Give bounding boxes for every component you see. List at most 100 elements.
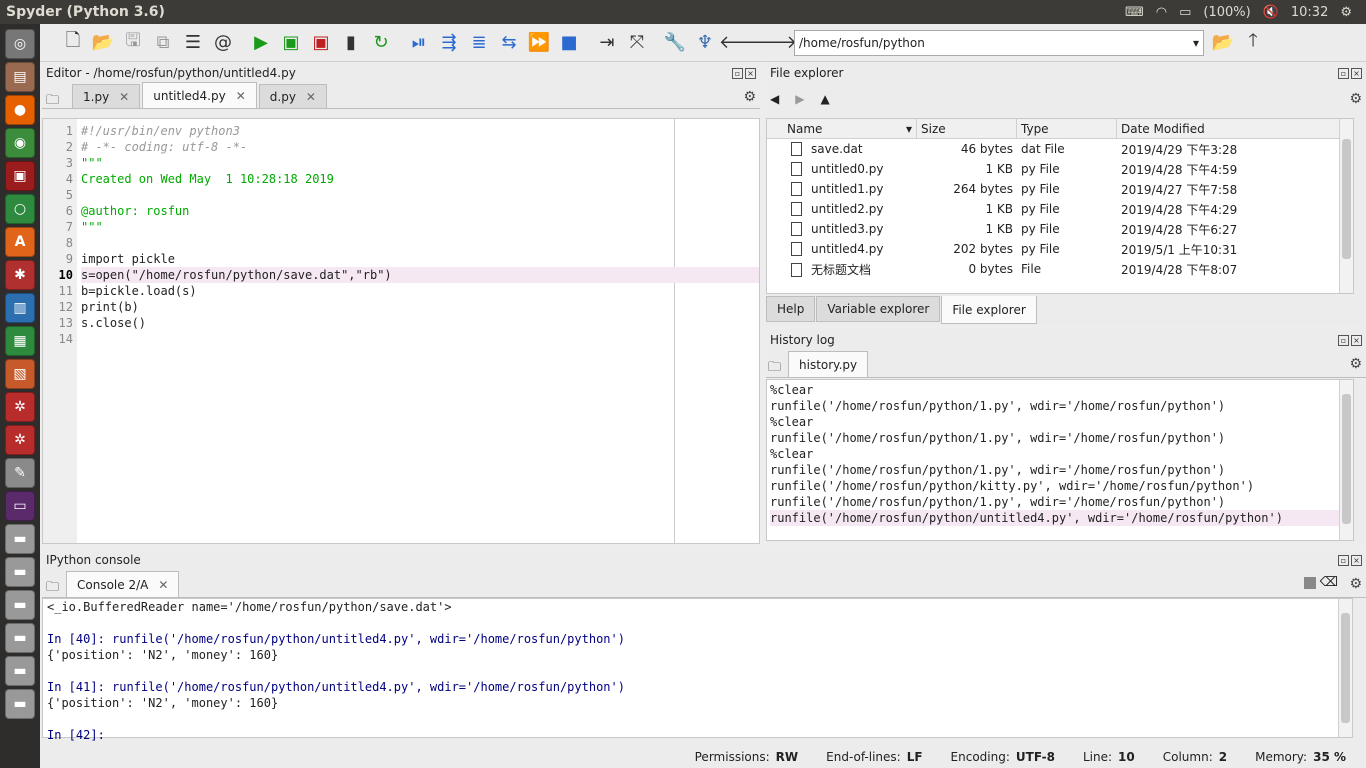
power-icon[interactable]: ⚙ <box>1340 5 1352 20</box>
back-icon[interactable]: ◀ <box>770 92 779 106</box>
close-tab-icon[interactable]: ✕ <box>158 578 168 592</box>
file-row[interactable]: save.dat 46 bytes dat File 2019/4/29 下午3:28 <box>767 139 1353 159</box>
file-table-scrollbar[interactable] <box>1339 119 1353 293</box>
chrome-icon[interactable]: ◉ <box>5 128 35 158</box>
tab-d-py[interactable]: d.py ✕ <box>258 84 327 108</box>
file-row[interactable]: 无标题文档 0 bytes File 2019/4/28 下午8:07 <box>767 259 1353 279</box>
column-name[interactable]: Name ▾ <box>767 119 917 138</box>
stop-kernel-icon[interactable] <box>1304 577 1316 589</box>
browse-tabs-icon[interactable]: ☰ <box>178 28 208 58</box>
settings-icon[interactable]: ✱ <box>5 260 35 290</box>
history-scrollbar[interactable] <box>1339 380 1353 540</box>
terminal-icon[interactable]: ▭ <box>5 491 35 521</box>
wifi-icon[interactable]: ◠ <box>1156 5 1167 20</box>
parent-icon[interactable]: ▲ <box>820 92 829 106</box>
gear-icon[interactable]: ⚙ <box>1349 356 1362 372</box>
app-icon[interactable]: ▣ <box>5 161 35 191</box>
tab-help[interactable]: Help <box>766 296 816 322</box>
close-icon[interactable]: × <box>1351 67 1362 79</box>
software-center-icon[interactable]: A <box>5 227 35 257</box>
chevron-down-icon[interactable]: ▾ <box>1193 36 1199 50</box>
editor-icon[interactable]: ✎ <box>5 458 35 488</box>
close-tab-icon[interactable]: ✕ <box>236 89 246 103</box>
stop-icon[interactable]: ■ <box>554 28 584 58</box>
run-cell-icon[interactable]: ▣ <box>276 28 306 58</box>
gear-icon[interactable]: ⚙ <box>1349 91 1362 107</box>
preferences-icon[interactable]: 🔧 <box>660 28 690 58</box>
close-icon[interactable]: × <box>1351 554 1362 566</box>
tab-console[interactable]: Console 2/A ✕ <box>66 571 180 597</box>
file-row[interactable]: untitled0.py 1 KB py File 2019/4/28 下午4:59 <box>767 159 1353 179</box>
step-icon[interactable]: ⇶ <box>434 28 464 58</box>
close-tab-icon[interactable]: ✕ <box>306 90 316 104</box>
tab-1-py[interactable]: 1.py ✕ <box>72 84 141 108</box>
drive-icon[interactable]: ▬ <box>5 689 35 719</box>
files-icon[interactable]: ▤ <box>5 62 35 92</box>
forward-arrow-icon[interactable]: 🡒 <box>749 28 797 58</box>
tab-untitled4-py[interactable]: untitled4.py ✕ <box>142 82 257 108</box>
forward-icon[interactable]: ▶ <box>795 92 804 106</box>
working-directory-input[interactable]: /home/rosfun/python ▾ <box>794 29 1204 56</box>
file-row[interactable]: untitled3.py 1 KB py File 2019/4/28 下午6:27 <box>767 219 1353 239</box>
drive-icon[interactable]: ▬ <box>5 524 35 554</box>
tab-variable-explorer[interactable]: Variable explorer <box>816 296 941 322</box>
console-output[interactable]: <_io.BufferedReader name='/home/rosfun/p… <box>42 598 1353 742</box>
new-file-icon[interactable]: 🗋 <box>58 28 88 58</box>
gear-icon[interactable]: ⚙ <box>743 89 756 105</box>
save-all-icon[interactable]: ⧉ <box>148 28 178 58</box>
step-into-icon[interactable]: ≣ <box>464 28 494 58</box>
eraser-icon[interactable]: ⌫ <box>1320 575 1338 590</box>
gear-icon[interactable]: ⚙ <box>1349 576 1362 592</box>
python-path-icon[interactable]: ♆ <box>690 28 720 58</box>
rerun-icon[interactable]: ↻ <box>366 28 396 58</box>
maximize-pane-icon[interactable]: ⇥ <box>592 28 622 58</box>
close-tab-icon[interactable]: ✕ <box>119 90 129 104</box>
undock-icon[interactable]: ▫ <box>1338 334 1349 346</box>
ros-icon[interactable]: ✲ <box>5 392 35 422</box>
step-return-icon[interactable]: ⇆ <box>494 28 524 58</box>
column-type[interactable]: Type <box>1017 119 1117 138</box>
ros-icon-2[interactable]: ✲ <box>5 425 35 455</box>
battery-icon[interactable]: ▭ <box>1179 5 1191 20</box>
volume-icon[interactable]: 🔇 <box>1263 5 1279 20</box>
tab-history-py[interactable]: history.py <box>788 351 869 377</box>
close-icon[interactable]: × <box>1351 334 1362 346</box>
run-selection-icon[interactable]: ▮ <box>336 28 366 58</box>
close-icon[interactable]: × <box>745 67 756 79</box>
run-cell-advance-icon[interactable]: ▣ <box>306 28 336 58</box>
firefox-icon[interactable]: ● <box>5 95 35 125</box>
drive-icon[interactable]: ▬ <box>5 590 35 620</box>
tab-file-explorer[interactable]: File explorer <box>941 296 1037 324</box>
drive-icon[interactable]: ▬ <box>5 557 35 587</box>
drive-icon[interactable]: ▬ <box>5 623 35 653</box>
browse-tabs-icon[interactable]: 🗀 <box>46 578 59 600</box>
history-log[interactable]: %clear runfile('/home/rosfun/python/1.py'… <box>766 379 1354 541</box>
file-row[interactable]: untitled4.py 202 bytes py File 2019/5/1 上午1… <box>767 239 1353 259</box>
save-icon[interactable]: 🖫 <box>118 28 148 58</box>
undock-icon[interactable]: ▫ <box>732 67 743 79</box>
file-row[interactable]: untitled1.py 264 bytes py File 2019/4/27 下午… <box>767 179 1353 199</box>
impress-icon[interactable]: ▧ <box>5 359 35 389</box>
run-icon[interactable]: ▶ <box>246 28 276 58</box>
column-size[interactable]: Size <box>917 119 1017 138</box>
debug-icon[interactable]: ⏯ <box>404 28 434 58</box>
browse-folder-icon[interactable]: 📂 <box>1208 28 1238 58</box>
at-icon[interactable]: @ <box>208 28 238 58</box>
keyboard-icon[interactable]: ⌨ <box>1125 5 1144 20</box>
browse-tabs-icon[interactable]: 🗀 <box>46 91 59 113</box>
dash-icon[interactable]: ◎ <box>5 29 35 59</box>
drive-icon[interactable]: ▬ <box>5 656 35 686</box>
file-row[interactable]: untitled2.py 1 KB py File 2019/4/28 下午4:29 <box>767 199 1353 219</box>
clock[interactable]: 10:32 <box>1291 5 1328 20</box>
undock-icon[interactable]: ▫ <box>1338 554 1349 566</box>
console-scrollbar[interactable] <box>1338 599 1352 737</box>
writer-icon[interactable]: ▥ <box>5 293 35 323</box>
code-editor[interactable]: 1 2 3 4 5 6 7 8 9 10 11 12 13 14 #!/usr/bin/env pytho… <box>42 118 760 544</box>
continue-icon[interactable]: ⏩ <box>524 28 554 58</box>
parent-directory-icon[interactable]: 🡑 <box>1238 28 1268 58</box>
column-date[interactable]: Date Modified <box>1117 119 1337 138</box>
open-file-icon[interactable]: 📂 <box>88 28 118 58</box>
sync-icon[interactable]: ○ <box>5 194 35 224</box>
calc-icon[interactable]: ▦ <box>5 326 35 356</box>
browse-tabs-icon[interactable]: 🗀 <box>768 358 781 380</box>
